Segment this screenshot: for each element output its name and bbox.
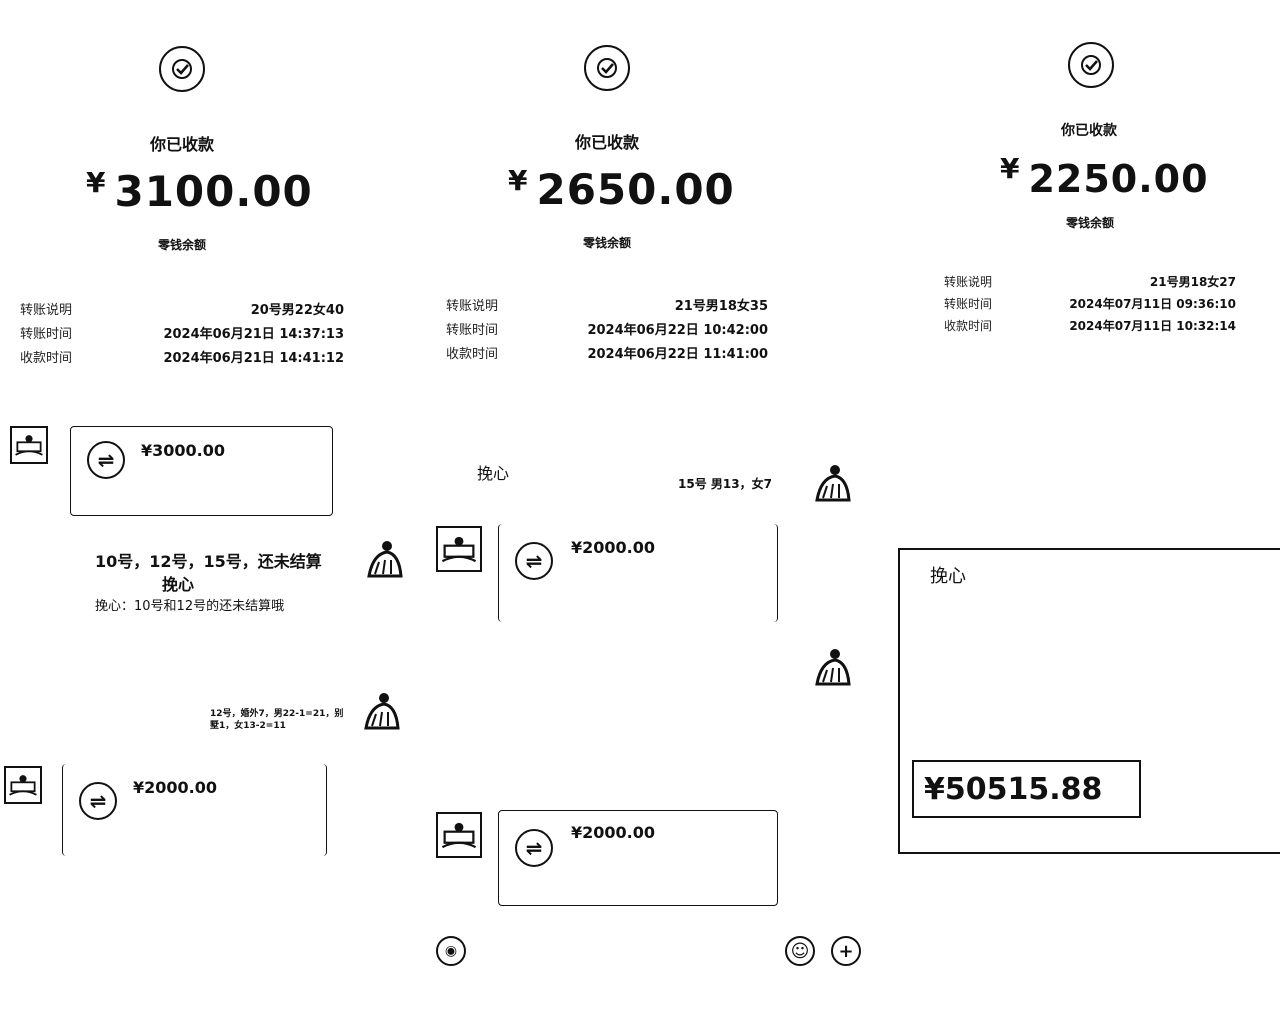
chat-note: 12号，婚外7，男22-1=21，别 墅1，女13-2=11: [210, 708, 343, 732]
detail-row-receive-time: 收款时间 2024年07月11日 10:32:14: [944, 314, 1236, 336]
balance-link[interactable]: 零钱余额: [555, 234, 659, 251]
avatar-icon[interactable]: [362, 692, 400, 730]
detail-value: 2024年06月21日 14:37:13: [163, 326, 344, 342]
currency-symbol: ¥: [86, 166, 107, 199]
transfer-icon: ⇌: [515, 829, 553, 867]
transfer-bubble[interactable]: ⇌ ¥3000.00: [70, 426, 333, 516]
detail-row-receive-time: 收款时间 2024年06月22日 11:41:00: [446, 340, 768, 364]
received-amount: ¥2650.00: [508, 164, 735, 214]
avatar-icon[interactable]: [10, 426, 48, 464]
detail-row-transfer-time: 转账时间 2024年07月11日 09:36:10: [944, 292, 1236, 314]
detail-label: 收款时间: [20, 350, 73, 366]
balance-link[interactable]: 零钱余额: [1040, 214, 1140, 231]
detail-label: 转账说明: [944, 274, 993, 289]
detail-value: 2024年06月21日 14:41:12: [163, 350, 344, 366]
amount-value: 2650.00: [536, 165, 735, 214]
balance-link[interactable]: 零钱余额: [130, 236, 234, 253]
chat-note-line: 12号，婚外7，男22-1=21，别: [210, 709, 344, 719]
currency-symbol: ¥: [1000, 152, 1021, 185]
transfer-icon: ⇌: [515, 542, 553, 580]
sender-name: 挽心: [162, 575, 195, 594]
received-amount: ¥3100.00: [86, 166, 313, 216]
bubble-amount: ¥2000.00: [133, 778, 218, 797]
received-amount: ¥2250.00: [1000, 152, 1209, 201]
avatar-icon[interactable]: [365, 540, 403, 578]
detail-value: 21号男18女35: [674, 298, 768, 314]
currency-symbol: ¥: [508, 164, 529, 197]
total-amount: ¥50515.88: [912, 760, 1141, 818]
emoji-icon[interactable]: ☺: [785, 936, 815, 966]
detail-value: 2024年07月11日 10:32:14: [1069, 318, 1236, 333]
transfer-bubble[interactable]: ⇌ ¥2000.00: [498, 524, 778, 622]
transfer-bubble[interactable]: ⇌ ¥2000.00: [498, 810, 778, 906]
detail-row-transfer-time: 转账时间 2024年06月21日 14:37:13: [20, 320, 344, 344]
sender-name: 挽心: [477, 464, 510, 483]
detail-label: 收款时间: [446, 346, 499, 362]
detail-row-note: 转账说明 21号男18女35: [446, 292, 768, 316]
chat-note-line: 墅1，女13-2=11: [210, 721, 286, 731]
avatar-icon[interactable]: [813, 648, 851, 686]
panel-title: 挽心: [930, 566, 966, 587]
detail-label: 转账说明: [446, 298, 499, 314]
avatar-icon[interactable]: [813, 464, 851, 502]
received-status: 你已收款: [574, 133, 639, 152]
detail-value: 2024年07月11日 09:36:10: [1069, 296, 1236, 311]
detail-row-note: 转账说明 20号男22女40: [20, 296, 344, 320]
detail-value: 21号男18女27: [1149, 274, 1236, 289]
receipt-details: 转账说明 21号男18女35 转账时间 2024年06月22日 10:42:00 收…: [446, 292, 768, 364]
amount-value: 3100.00: [114, 167, 313, 216]
avatar-icon[interactable]: [4, 766, 42, 804]
avatar-icon[interactable]: [436, 812, 482, 858]
bubble-amount: ¥2000.00: [571, 823, 656, 842]
received-status: 你已收款: [149, 135, 214, 154]
bubble-amount: ¥3000.00: [141, 441, 226, 460]
detail-label: 转账时间: [944, 296, 993, 311]
detail-label: 收款时间: [944, 318, 993, 333]
chat-message: 15号 男13，女7: [678, 477, 772, 491]
detail-value: 20号男22女40: [250, 302, 344, 318]
balance-panel: 挽心 ¥50515.88: [898, 548, 1280, 854]
transfer-bubble[interactable]: ⇌ ¥2000.00: [62, 764, 327, 856]
avatar-icon[interactable]: [436, 526, 482, 572]
plus-icon[interactable]: +: [831, 936, 861, 966]
check-icon: [159, 46, 205, 92]
amount-value: 2250.00: [1028, 157, 1209, 201]
quoted-message: 挽心：10号和12号的还未结算哦: [95, 599, 285, 614]
bubble-amount: ¥2000.00: [571, 538, 656, 557]
detail-label: 转账时间: [20, 326, 73, 342]
chat-message: 10号，12号，15号，还未结算: [95, 552, 322, 571]
detail-label: 转账时间: [446, 322, 499, 338]
voice-icon[interactable]: ◉: [436, 936, 466, 966]
check-icon: [584, 45, 630, 91]
received-status: 你已收款: [1061, 123, 1117, 139]
detail-value: 2024年06月22日 10:42:00: [587, 322, 768, 338]
detail-row-note: 转账说明 21号男18女27: [944, 270, 1236, 292]
detail-row-receive-time: 收款时间 2024年06月21日 14:41:12: [20, 344, 344, 368]
check-icon: [1068, 42, 1114, 88]
detail-label: 转账说明: [20, 302, 73, 318]
receipt-details: 转账说明 21号男18女27 转账时间 2024年07月11日 09:36:10 收…: [944, 270, 1236, 336]
transfer-icon: ⇌: [79, 782, 117, 820]
detail-value: 2024年06月22日 11:41:00: [587, 346, 768, 362]
transfer-icon: ⇌: [87, 441, 125, 479]
receipt-details: 转账说明 20号男22女40 转账时间 2024年06月21日 14:37:13 收…: [20, 296, 344, 368]
detail-row-transfer-time: 转账时间 2024年06月22日 10:42:00: [446, 316, 768, 340]
